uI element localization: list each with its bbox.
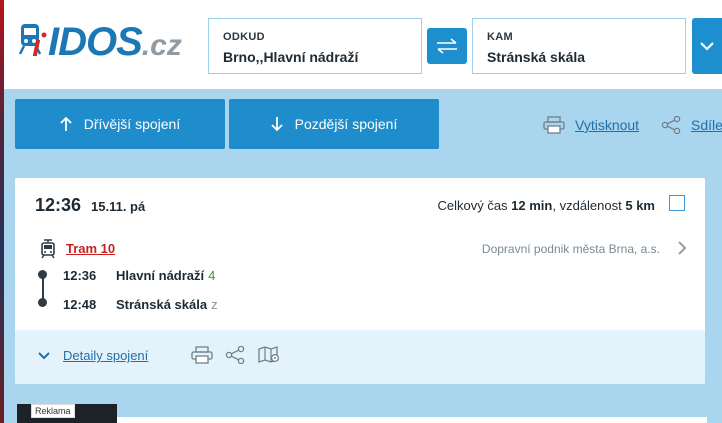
map-pin-icon[interactable]: [258, 346, 280, 364]
share-icon[interactable]: [225, 346, 245, 364]
departure-date: 15.11. pá: [91, 199, 146, 214]
timeline-end-dot: [38, 298, 47, 307]
trip-summary: Celkový čas 12 min, vzdálenost 5 km: [437, 198, 655, 213]
train-logo-icon: [18, 24, 47, 56]
swap-arrows-icon: [437, 38, 457, 54]
from-field[interactable]: ODKUD Brno,,Hlavní nádraží: [208, 18, 422, 74]
from-label: ODKUD: [223, 31, 265, 43]
details-link[interactable]: Detaily spojení: [37, 348, 148, 363]
advertisement-banner[interactable]: [117, 417, 707, 423]
share-label: Sdílet: [691, 117, 722, 133]
print-label: Vytisknout: [575, 117, 640, 133]
later-connection-label: Pozdější spojení: [294, 116, 398, 132]
header: IDOS .cz ODKUD Brno,,Hlavní nádraží KAM …: [4, 0, 722, 89]
total-time: 12 min: [511, 198, 553, 213]
share-icon: [661, 116, 681, 134]
stop-name-text: Hlavní nádraží: [116, 268, 205, 283]
earlier-connection-label: Dřívější spojení: [83, 116, 181, 132]
details-label: Detaily spojení: [63, 348, 149, 363]
logo-text: IDOS: [48, 20, 143, 64]
stop-time: 12:48: [63, 297, 97, 312]
swap-button[interactable]: [427, 28, 467, 64]
chevron-down-icon: [38, 351, 50, 359]
distance: 5 km: [625, 198, 655, 213]
connection-card: 12:36 15.11. pá Celkový čas 12 min, vzdá…: [15, 178, 705, 384]
printer-icon[interactable]: [191, 346, 213, 364]
logo[interactable]: IDOS .cz: [18, 20, 182, 64]
to-label: KAM: [487, 31, 513, 43]
logo-suffix: .cz: [141, 29, 182, 62]
stop-name: Hlavní nádraží 4: [116, 268, 215, 283]
earlier-connection-button[interactable]: Dřívější spojení: [15, 99, 225, 149]
timeline-line: [41, 275, 44, 300]
operator-name[interactable]: Dopravní podnik města Brna, a.s.: [482, 242, 660, 256]
stop-platform: 4: [208, 268, 216, 283]
summary-prefix: Celkový čas: [437, 198, 512, 213]
share-link[interactable]: Sdílet: [661, 116, 722, 134]
chevron-right-icon[interactable]: [677, 240, 687, 256]
more-options-button[interactable]: [692, 18, 722, 74]
stop-name: Stránská skála z: [116, 297, 218, 312]
summary-mid: , vzdálenost: [552, 198, 626, 213]
from-input[interactable]: Brno,,Hlavní nádraží: [223, 49, 358, 65]
printer-icon: [543, 116, 565, 134]
print-link[interactable]: Vytisknout: [543, 116, 639, 134]
departure-time: 12:36: [35, 195, 82, 215]
ad-label: Reklama: [31, 404, 75, 418]
to-input[interactable]: Stránská skála: [487, 49, 585, 65]
to-field[interactable]: KAM Stránská skála: [472, 18, 686, 74]
tram-icon: [41, 239, 55, 259]
arrow-up-icon: [60, 116, 72, 131]
line-link[interactable]: Tram 10: [66, 241, 115, 256]
select-checkbox[interactable]: [669, 195, 685, 211]
arrow-down-icon: [270, 117, 283, 132]
stop-name-text: Stránská skála: [116, 297, 208, 312]
later-connection-button[interactable]: Pozdější spojení: [229, 99, 439, 149]
stop-time: 12:36: [63, 268, 97, 283]
chevron-down-icon: [700, 42, 714, 51]
stop-platform: z: [211, 297, 218, 312]
